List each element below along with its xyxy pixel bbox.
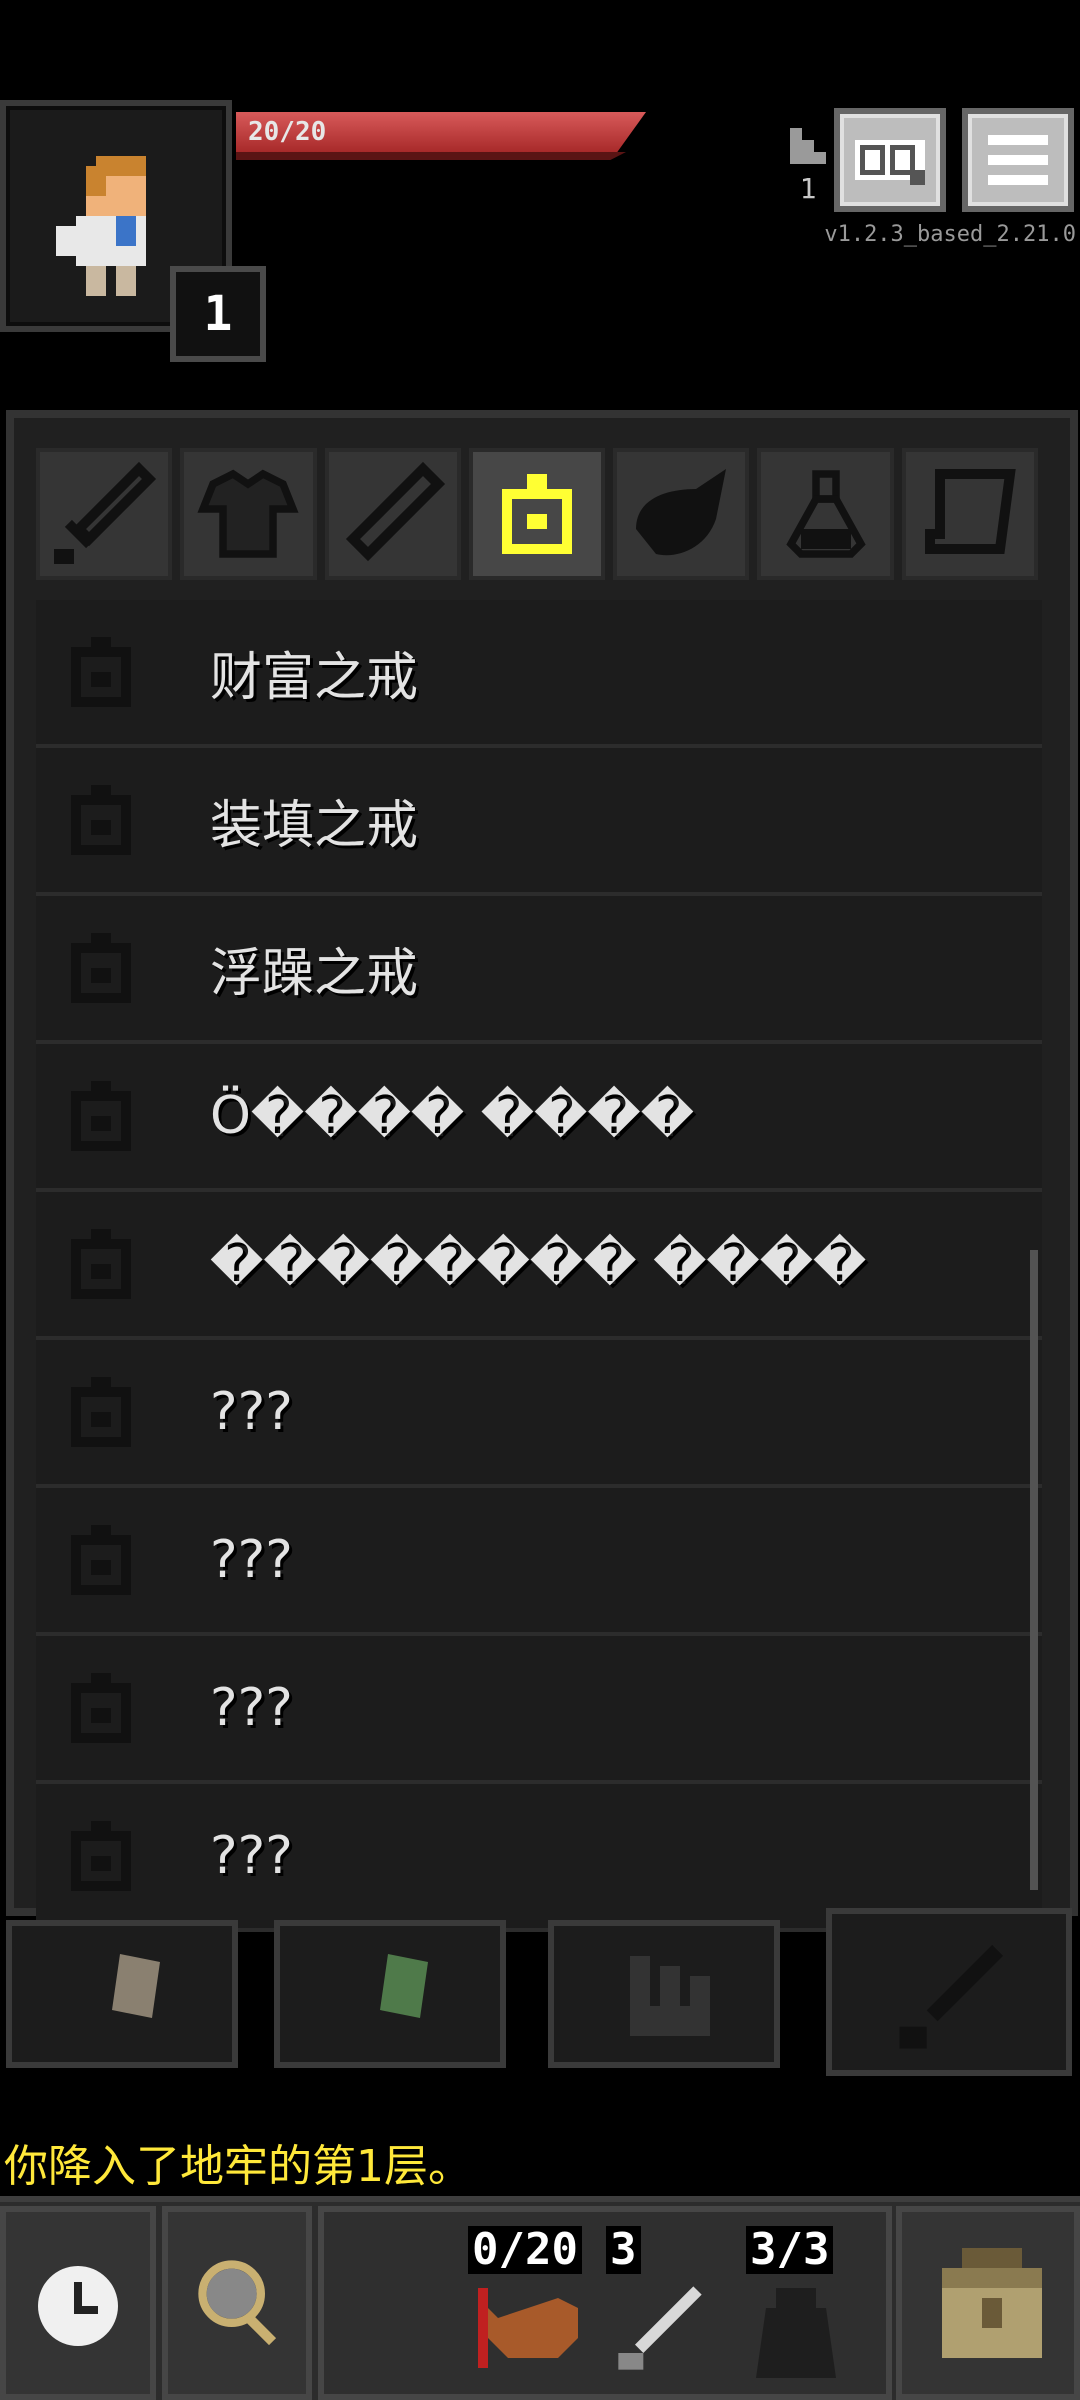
list-item[interactable]: 财富之戒 — [36, 600, 1042, 748]
runestone-icon — [380, 1954, 428, 2018]
item-name: ??? — [210, 1530, 293, 1590]
glove-icon — [630, 1956, 710, 2036]
search-button[interactable] — [162, 2206, 312, 2400]
backpack-button[interactable] — [896, 2206, 1080, 2400]
menu-button[interactable] — [962, 108, 1074, 212]
tab-armor[interactable] — [180, 448, 317, 580]
item-name: 财富之戒 — [210, 647, 419, 708]
journal-button[interactable] — [834, 108, 946, 212]
list-item[interactable]: ??? — [36, 1636, 1042, 1784]
hp-text: 20/20 — [248, 117, 327, 147]
magnifier-icon — [198, 2260, 277, 2346]
cloak-charge: 3/3 — [746, 2226, 834, 2274]
ring-icon — [71, 1673, 131, 1743]
list-item[interactable]: ??? — [36, 1488, 1042, 1636]
catalog-tabs — [36, 448, 1038, 580]
item-name: �������� ���� — [210, 1234, 867, 1294]
wait-button[interactable] — [0, 2206, 156, 2400]
item-name: 装填之戒 — [210, 795, 419, 856]
ring-catalog-list: 财富之戒 装填之戒 浮躁之戒 Ö���� ���� �������� ���� … — [36, 600, 1042, 1932]
quickslot-2[interactable] — [274, 1920, 506, 2068]
item-name: 浮躁之戒 — [210, 943, 419, 1004]
food-icon — [636, 469, 727, 556]
potion-icon — [785, 470, 866, 558]
tab-scrolls[interactable] — [901, 448, 1038, 580]
tab-rings[interactable] — [468, 448, 606, 580]
version-label: v1.2.3_based_2.21.0 — [824, 222, 1076, 247]
weapon-slot[interactable] — [826, 1908, 1072, 2076]
ring-icon — [71, 785, 131, 855]
ring-icon — [71, 933, 131, 1003]
sword-icon — [54, 461, 157, 564]
list-item[interactable]: Ö���� ���� — [36, 1044, 1042, 1192]
scroll-icon — [924, 469, 1016, 554]
food-slot[interactable]: 0/20 — [468, 2226, 594, 2386]
dart-count: 3 — [606, 2226, 641, 2274]
armor-icon — [197, 469, 299, 558]
list-item[interactable]: 装填之戒 — [36, 748, 1042, 896]
item-name: ??? — [210, 1826, 293, 1886]
depth-value: 1 — [799, 172, 817, 205]
item-name: Ö���� ���� — [210, 1086, 695, 1146]
ring-icon — [71, 1377, 131, 1447]
clock-icon — [38, 2266, 118, 2346]
tab-potions[interactable] — [757, 448, 894, 580]
quickslot-1[interactable] — [6, 1920, 238, 2068]
stairs-icon — [790, 128, 826, 164]
list-item[interactable]: �������� ���� — [36, 1192, 1042, 1340]
quickslot-3[interactable] — [548, 1920, 780, 2068]
exp-bar — [236, 152, 626, 160]
dagger-icon — [618, 2286, 702, 2370]
list-item[interactable]: 浮躁之戒 — [36, 896, 1042, 1044]
ring-icon — [71, 637, 131, 707]
backpack-icon — [942, 2248, 1042, 2358]
tab-food[interactable] — [613, 448, 750, 580]
cloak-icon — [756, 2288, 836, 2378]
cloak-slot[interactable]: 3/3 — [746, 2226, 856, 2386]
ring-icon — [501, 474, 572, 554]
ring-icon — [71, 1821, 131, 1891]
item-name: ??? — [210, 1382, 293, 1442]
search-journal-icon — [855, 140, 925, 185]
ring-icon — [71, 1229, 131, 1299]
wand-icon — [345, 461, 445, 562]
dart-slot[interactable]: 3 — [606, 2226, 716, 2386]
ring-icon — [71, 1081, 131, 1151]
food-count: 0/20 — [468, 2226, 582, 2274]
menu-icon — [988, 135, 1048, 185]
list-item[interactable]: ??? — [36, 1340, 1042, 1488]
hero-level-badge: 1 — [170, 266, 266, 362]
list-scrollbar[interactable] — [1030, 1250, 1038, 1890]
tab-wands[interactable] — [324, 448, 461, 580]
sword-icon — [899, 1944, 1004, 2049]
tab-weapons[interactable] — [36, 448, 173, 580]
depth-indicator: 1 — [786, 128, 830, 205]
ration-icon — [478, 2288, 578, 2368]
game-log-message: 你降入了地牢的第1层。 — [4, 2141, 472, 2192]
item-name: ??? — [210, 1678, 293, 1738]
ring-icon — [71, 1525, 131, 1595]
stone-icon — [112, 1954, 160, 2018]
